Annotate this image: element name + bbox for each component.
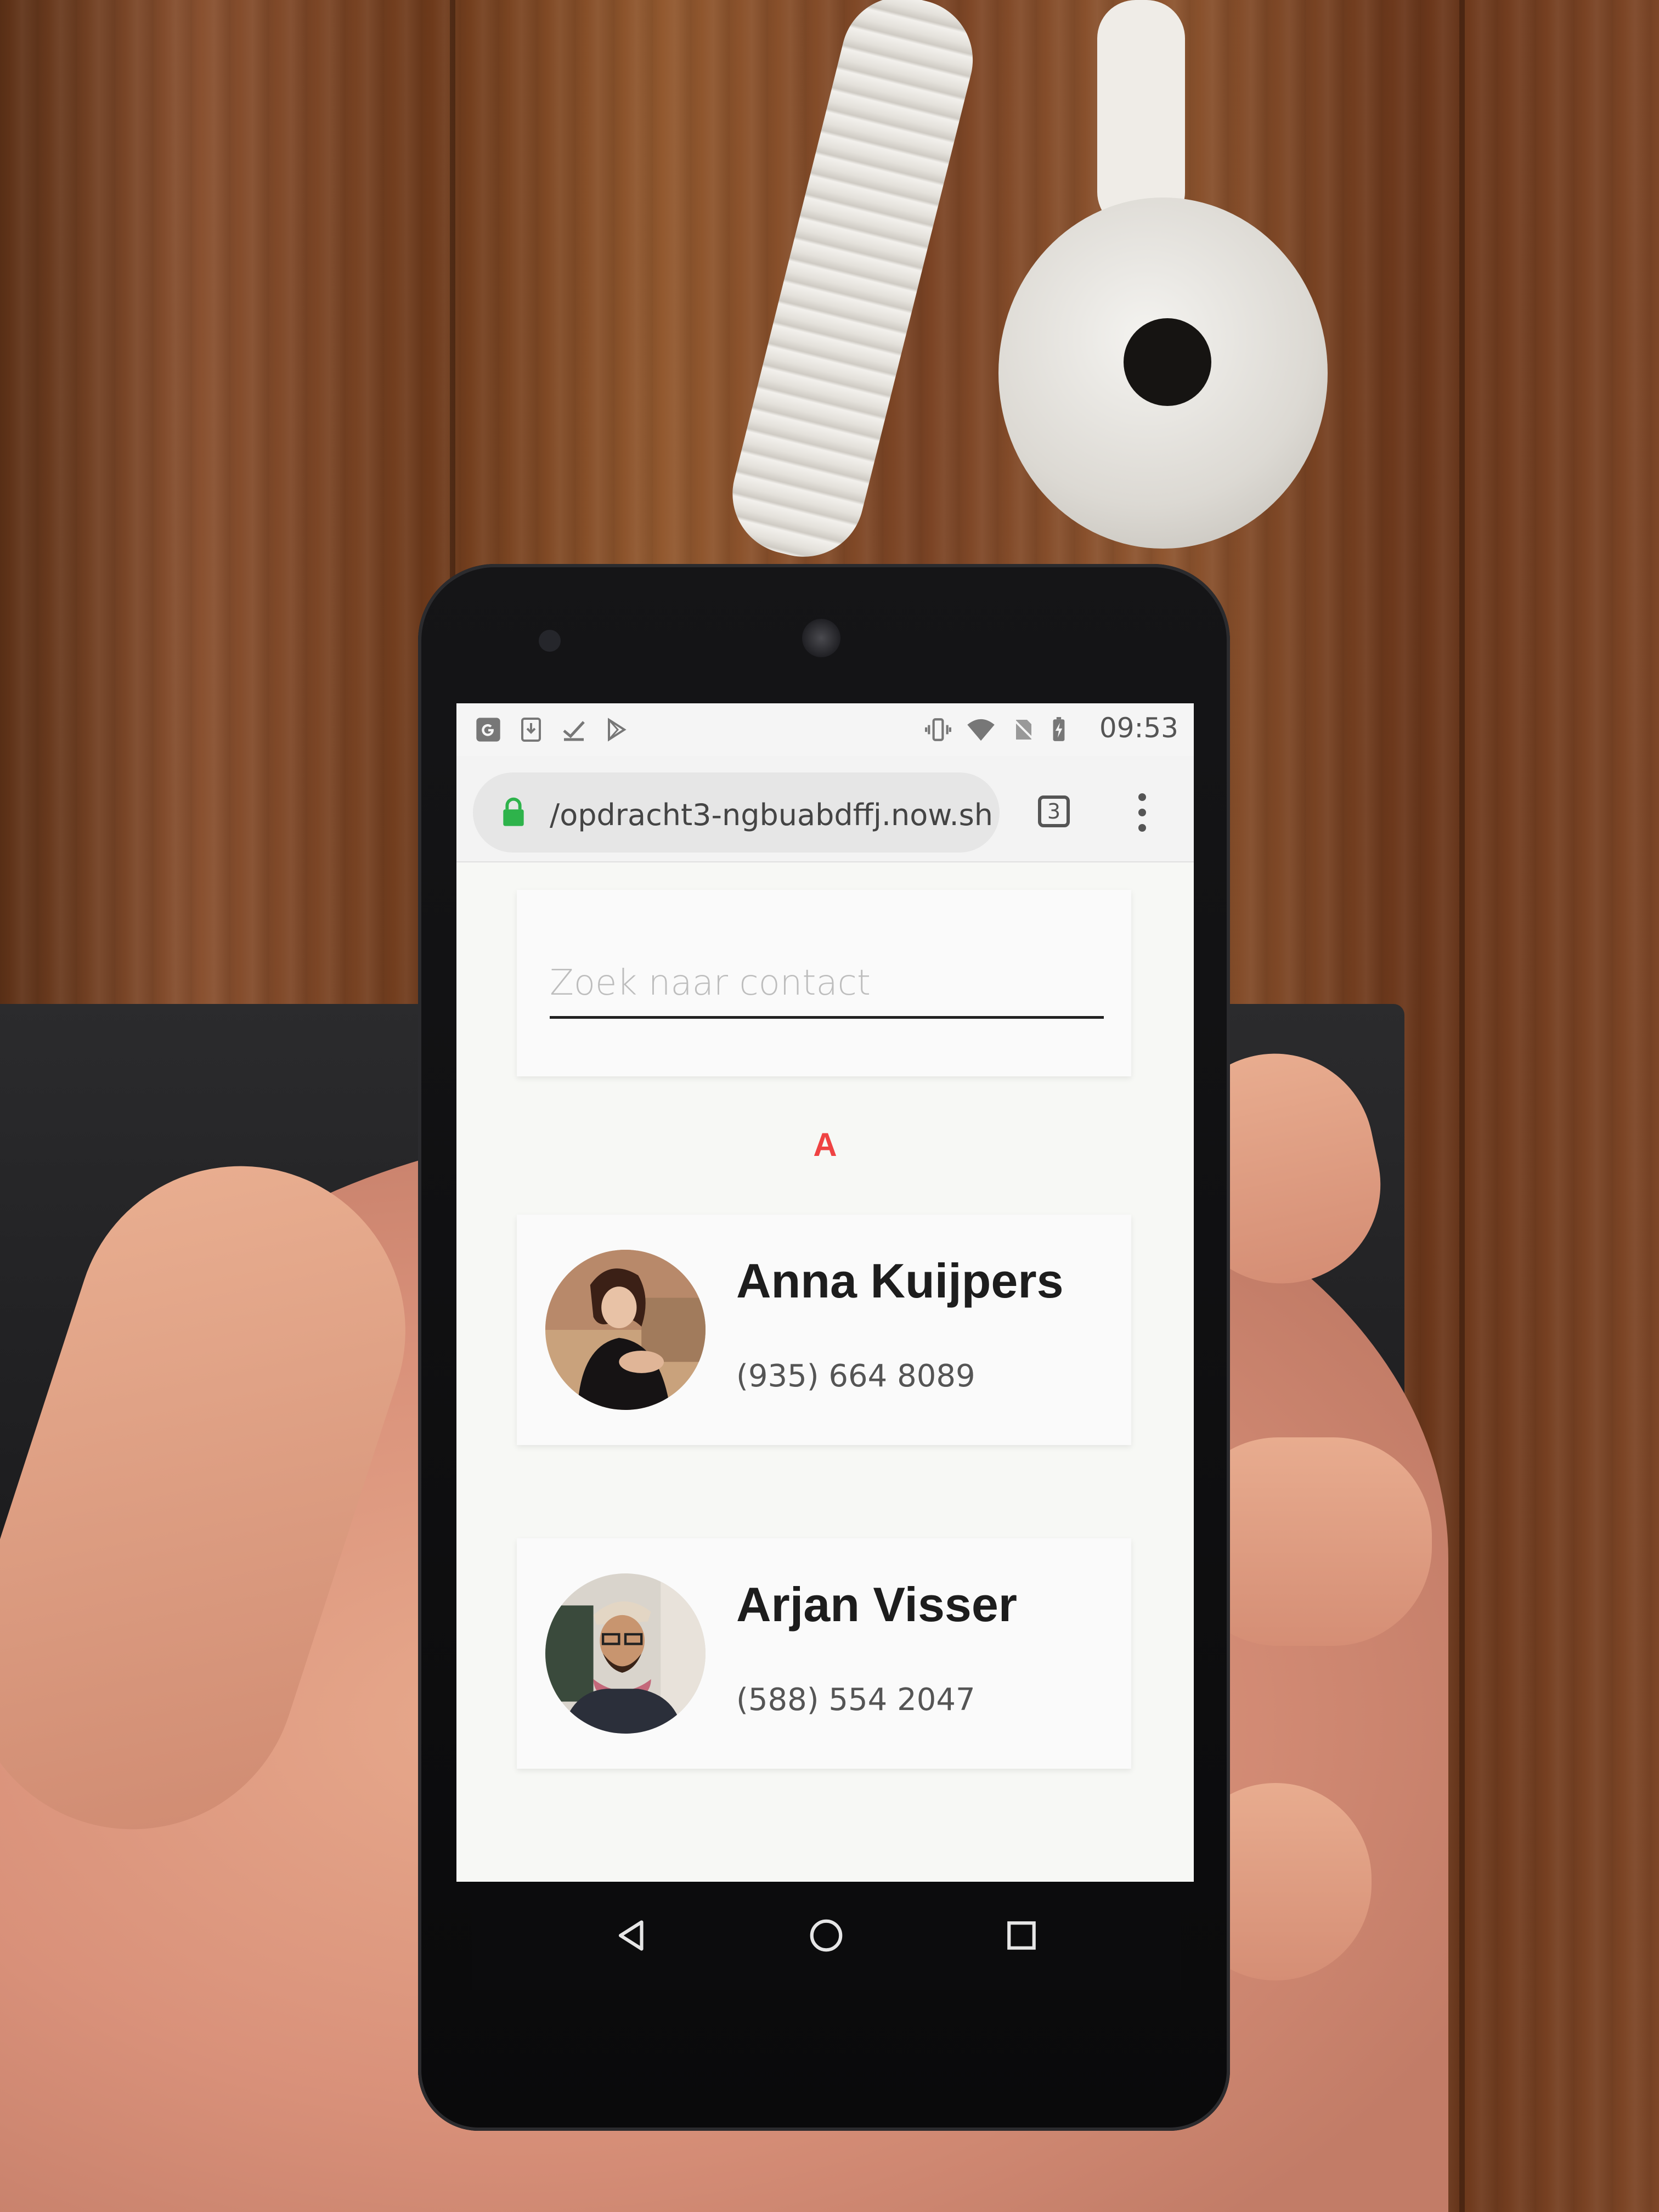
status-time: 09:53 [1099,712,1178,744]
security-cable [1097,0,1185,230]
battery-charging-icon [1043,714,1074,745]
lock-icon [503,797,524,826]
contact-phone: (588) 554 2047 [736,1682,975,1718]
earpiece-speaker [802,619,840,657]
sensor-hole [1124,318,1211,406]
section-letter-heading: A [813,1126,837,1163]
download-icon [516,714,546,745]
avatar [545,1573,706,1734]
back-icon[interactable] [605,1908,659,1963]
recents-icon[interactable] [994,1908,1049,1963]
checkmark-icon [558,714,589,745]
wood-seam [1459,0,1465,2212]
contact-name: Arjan Visser [736,1577,1018,1632]
status-bar: 09:53 [456,703,1194,756]
browser-toolbar: /opdracht3-ngbuabdffj.now.sh 3 [456,756,1194,862]
play-store-icon [601,714,632,745]
address-bar[interactable]: /opdracht3-ngbuabdffj.now.sh [473,772,1000,853]
vibrate-icon [923,714,953,745]
contact-phone: (935) 664 8089 [736,1358,975,1394]
avatar [545,1250,706,1410]
url-text: /opdracht3-ngbuabdffj.now.sh [550,798,994,832]
tab-switcher-button[interactable]: 3 [1038,795,1070,827]
wifi-icon [966,714,996,745]
home-icon[interactable] [799,1908,854,1963]
search-card [517,890,1131,1076]
front-camera [539,630,561,652]
contact-card[interactable]: Arjan Visser (588) 554 2047 [517,1538,1131,1769]
no-sim-icon [1008,714,1039,745]
contact-name: Anna Kuijpers [736,1254,1064,1308]
google-g-icon [473,714,504,745]
overflow-menu-icon[interactable] [1137,793,1148,832]
contact-card[interactable]: Anna Kuijpers (935) 664 8089 [517,1215,1131,1445]
search-input[interactable] [550,950,1104,1019]
phone-screen: 09:53 /opdracht3-ngbuabdffj.now.sh 3 A [456,703,1194,1882]
